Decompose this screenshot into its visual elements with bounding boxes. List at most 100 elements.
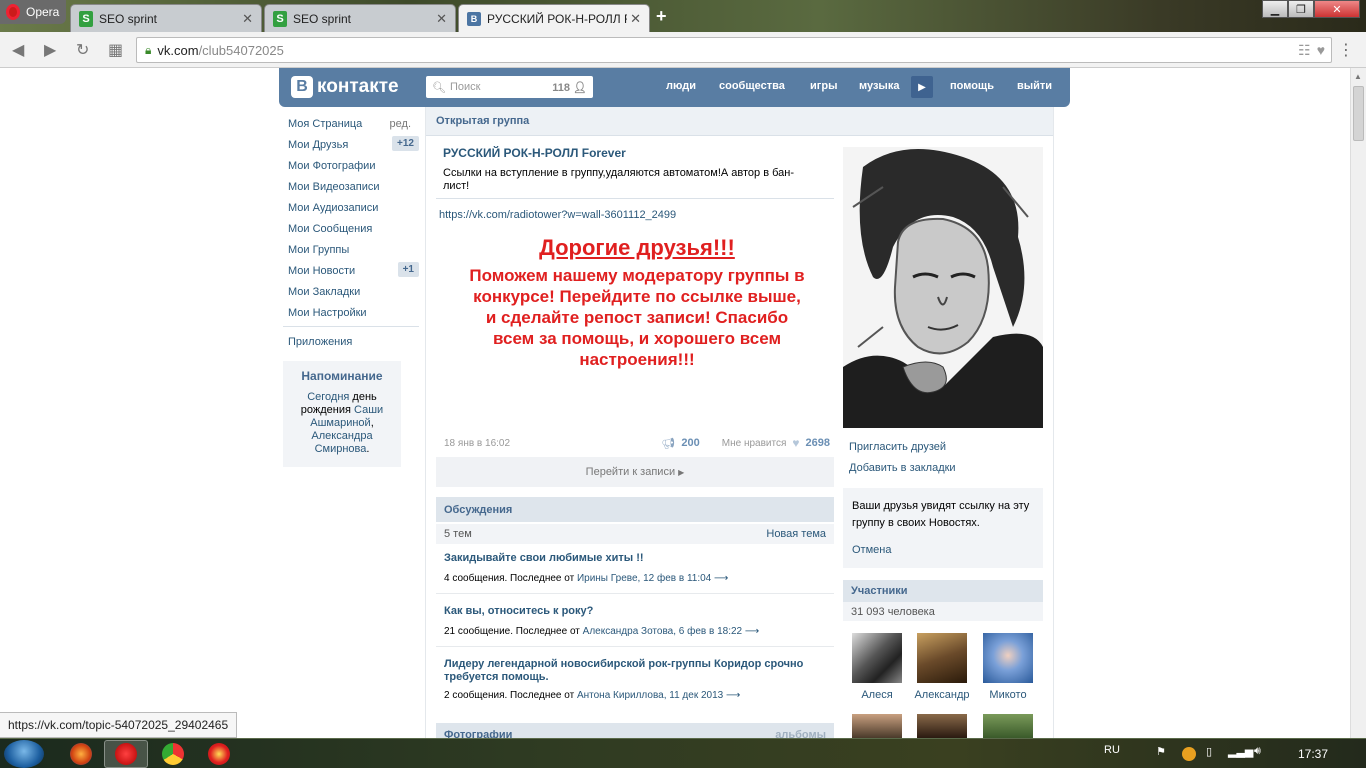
menu-news[interactable]: Мои Новости +1	[283, 260, 419, 281]
browser-tab-2[interactable]: S SEO sprint ✕	[264, 4, 456, 32]
topic-item[interactable]: Как вы, относитесь к року? 21 сообщение.…	[444, 605, 828, 637]
scroll-up-icon[interactable]: ▲	[1354, 72, 1362, 81]
member-item[interactable]: Микото	[980, 633, 1036, 701]
clock[interactable]: 17:37	[1298, 747, 1328, 761]
menu-messages[interactable]: Мои Сообщения	[283, 218, 419, 239]
reload-icon[interactable]: ↻	[76, 40, 89, 60]
tray-app-icon[interactable]	[1182, 747, 1196, 761]
volume-icon[interactable]: 🔊︎	[1254, 745, 1261, 758]
nav-logout[interactable]: выйти	[1017, 80, 1052, 92]
minimize-icon[interactable]: ▁	[1262, 0, 1288, 18]
nav-music[interactable]: музыка	[859, 80, 899, 92]
member-avatar[interactable]	[917, 633, 967, 683]
new-topic-link[interactable]: Новая тема	[766, 528, 826, 540]
battery-icon[interactable]: ▯	[1206, 745, 1212, 758]
member-item[interactable]: Алеся	[849, 633, 905, 701]
albums-link[interactable]: альбомы	[775, 729, 826, 738]
group-avatar[interactable]	[843, 147, 1043, 428]
member-item[interactable]	[914, 714, 970, 738]
reminder-body: Сегодня день рождения Саши Ашмариной, Ал…	[300, 391, 384, 455]
topic-title[interactable]: Как вы, относитесь к року?	[444, 605, 828, 618]
post-date[interactable]: 18 янв в 16:02	[444, 438, 510, 449]
repost-count[interactable]: 200	[681, 437, 699, 449]
start-button[interactable]	[4, 740, 44, 768]
menu-groups[interactable]: Мои Группы	[283, 239, 419, 260]
bookmark-heart-icon[interactable]: ♥	[1317, 42, 1325, 59]
topic-item[interactable]: Закидывайте свои любимые хиты !! 4 сообщ…	[444, 552, 828, 584]
discussions-header[interactable]: Обсуждения	[436, 497, 834, 522]
language-indicator[interactable]: RU	[1104, 744, 1120, 756]
invite-friends-link[interactable]: Пригласить друзей	[849, 441, 946, 453]
nav-games[interactable]: игры	[810, 80, 837, 92]
member-item[interactable]: Александр	[914, 633, 970, 701]
menu-icon[interactable]: ⋮	[1338, 40, 1354, 60]
member-name[interactable]: Микото	[980, 689, 1036, 701]
maximize-icon[interactable]: ❐	[1288, 0, 1314, 18]
menu-videos[interactable]: Мои Видеозаписи	[283, 176, 419, 197]
news-badge[interactable]: +1	[397, 262, 419, 277]
goto-post-button[interactable]: Перейти к записи ▶	[436, 457, 834, 487]
menu-apps[interactable]: Приложения	[283, 331, 419, 352]
post-image[interactable]: Дорогие друзья!!! Поможем нашему модерат…	[439, 225, 835, 429]
back-icon[interactable]: ◀	[12, 40, 24, 60]
photos-header[interactable]: Фотографии альбомы	[436, 723, 834, 738]
add-bookmark-link[interactable]: Добавить в закладки	[849, 462, 956, 474]
address-bar[interactable]: 🔒︎ vk.com/club54072025 ☷ ♥	[136, 37, 1332, 63]
heart-icon[interactable]: ♥	[792, 436, 799, 450]
chrome-icon[interactable]	[162, 743, 184, 765]
browser-tab-3[interactable]: B РУССКИЙ РОК-Н-РОЛЛ F ✕	[458, 4, 650, 32]
search-input[interactable]: 🔍︎ Поиск 118 👤︎	[426, 76, 593, 98]
speed-dial-icon[interactable]: ▦	[108, 40, 123, 60]
members-header[interactable]: Участники	[843, 580, 1043, 602]
flag-icon[interactable]: ⚑	[1156, 745, 1166, 758]
nav-people[interactable]: люди	[666, 80, 696, 92]
member-avatar[interactable]	[852, 714, 902, 738]
tab-close-icon[interactable]: ✕	[436, 11, 447, 27]
tab-close-icon[interactable]: ✕	[242, 11, 253, 27]
like-label[interactable]: Мне нравится	[722, 438, 787, 449]
friends-badge[interactable]: +12	[392, 136, 419, 151]
network-signal-icon[interactable]: ▂▃▅	[1228, 745, 1253, 758]
member-name[interactable]: Александр	[914, 689, 970, 701]
like-count[interactable]: 2698	[806, 437, 830, 449]
nav-help[interactable]: помощь	[950, 80, 994, 92]
page-scrollbar[interactable]: ▲	[1350, 68, 1366, 738]
member-item[interactable]	[849, 714, 905, 738]
member-name[interactable]: Алеся	[849, 689, 905, 701]
browser-tab-1[interactable]: S SEO sprint ✕	[70, 4, 262, 32]
edit-link[interactable]: ред.	[390, 118, 411, 130]
topic-item[interactable]: Лидеру легендарной новосибирской рок-гру…	[444, 658, 828, 701]
tab-close-icon[interactable]: ✕	[630, 11, 641, 27]
new-tab-icon[interactable]: +	[656, 6, 667, 27]
topic-title[interactable]: Закидывайте свои любимые хиты !!	[444, 552, 828, 565]
forward-icon[interactable]: ▶	[44, 40, 56, 60]
megaphone-icon[interactable]: 📢︎	[661, 437, 675, 450]
yandex-browser-icon[interactable]	[208, 743, 230, 765]
opera-icon[interactable]	[115, 743, 137, 765]
menu-photos[interactable]: Мои Фотографии	[283, 155, 419, 176]
member-avatar[interactable]	[917, 714, 967, 738]
member-avatar[interactable]	[983, 714, 1033, 738]
nav-communities[interactable]: сообщества	[719, 80, 785, 92]
menu-my-page[interactable]: Моя Страница ред.	[283, 113, 419, 134]
topic-title[interactable]: Лидеру легендарной новосибирской рок-гру…	[444, 658, 828, 684]
cancel-link[interactable]: Отмена	[852, 542, 1034, 559]
menu-friends[interactable]: Мои Друзья +12	[283, 134, 419, 155]
post-link[interactable]: https://vk.com/radiotower?w=wall-3601112…	[439, 209, 676, 221]
reader-icon[interactable]: ☷	[1298, 42, 1311, 59]
member-avatar[interactable]	[983, 633, 1033, 683]
vk-logo[interactable]: B контакте	[291, 76, 399, 98]
play-icon[interactable]: ▶	[911, 76, 933, 98]
scroll-thumb[interactable]	[1353, 86, 1364, 141]
menu-settings[interactable]: Мои Настройки	[283, 302, 419, 323]
member-item[interactable]	[980, 714, 1036, 738]
menu-bookmarks[interactable]: Мои Закладки	[283, 281, 419, 302]
firefox-icon[interactable]	[70, 743, 92, 765]
menu-audio[interactable]: Мои Аудиозаписи	[283, 197, 419, 218]
birthday-name-2[interactable]: Александра Смирнова	[311, 430, 372, 455]
opera-menu-button[interactable]: Opera	[0, 0, 66, 24]
tab-title: РУССКИЙ РОК-Н-РОЛЛ F	[487, 11, 627, 26]
topic-meta: 2 сообщения. Последнее от Антона Кирилло…	[444, 690, 741, 701]
member-avatar[interactable]	[852, 633, 902, 683]
close-window-icon[interactable]: ✕	[1314, 0, 1360, 18]
